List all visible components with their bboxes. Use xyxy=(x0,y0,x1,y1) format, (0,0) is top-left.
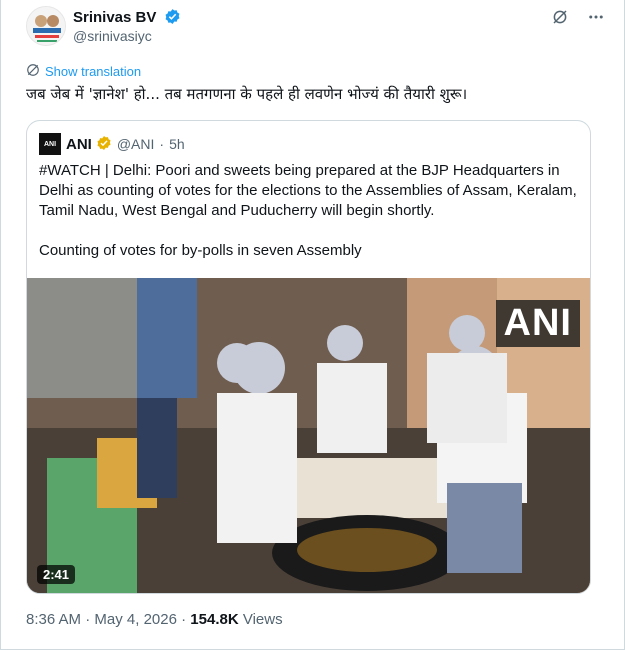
author-handle[interactable]: @srinivasiyc xyxy=(73,28,152,44)
ani-avatar[interactable]: ANI xyxy=(39,133,61,155)
show-translation-link[interactable]: Show translation xyxy=(26,63,141,80)
quoted-time[interactable]: 5h xyxy=(169,136,185,152)
tweet-footer: 8:36 AM · May 4, 2026 · 154.8K Views xyxy=(26,611,283,628)
author-name[interactable]: Srinivas BV xyxy=(73,8,181,29)
more-icon[interactable] xyxy=(587,8,605,26)
globe-icon xyxy=(26,63,40,80)
video-watermark: ANI xyxy=(495,300,580,347)
header-actions xyxy=(551,8,605,26)
post-date[interactable]: May 4, 2026 xyxy=(94,611,177,628)
quoted-tweet[interactable]: ANI ANI @ANI · 5h #WATCH | Delhi: Poori … xyxy=(26,120,591,594)
video-duration: 2:41 xyxy=(37,565,76,584)
quoted-text: #WATCH | Delhi: Poori and sweets being p… xyxy=(39,161,579,281)
grok-icon[interactable] xyxy=(551,8,569,26)
tweet-text: जब जेब में 'ज्ञानेश' हो... तब मतगणना के … xyxy=(26,85,468,103)
show-translation-label[interactable]: Show translation xyxy=(45,64,141,79)
footer-separator-2: · xyxy=(181,611,187,628)
video-player[interactable]: ANI 2:41 xyxy=(27,278,590,593)
quoted-handle[interactable]: @ANI xyxy=(117,136,155,152)
footer-separator: · xyxy=(85,611,91,628)
quoted-paragraph-1: #WATCH | Delhi: Poori and sweets being p… xyxy=(39,162,577,219)
post-time[interactable]: 8:36 AM xyxy=(26,611,81,628)
tweet-header: Srinivas BV @srinivasiyc xyxy=(26,6,605,50)
gold-verified-badge-icon xyxy=(96,135,112,154)
quoted-author-name[interactable]: ANI xyxy=(66,136,92,153)
verified-badge-icon xyxy=(164,8,181,29)
avatar[interactable] xyxy=(26,6,66,46)
quoted-paragraph-2: Counting of votes for by-polls in seven … xyxy=(39,242,362,259)
views-count[interactable]: 154.8K xyxy=(190,611,238,628)
author-name-text[interactable]: Srinivas BV xyxy=(73,9,156,26)
meta-separator: · xyxy=(159,136,165,152)
views-label: Views xyxy=(242,611,283,628)
quoted-header: ANI ANI @ANI · 5h xyxy=(39,133,185,155)
